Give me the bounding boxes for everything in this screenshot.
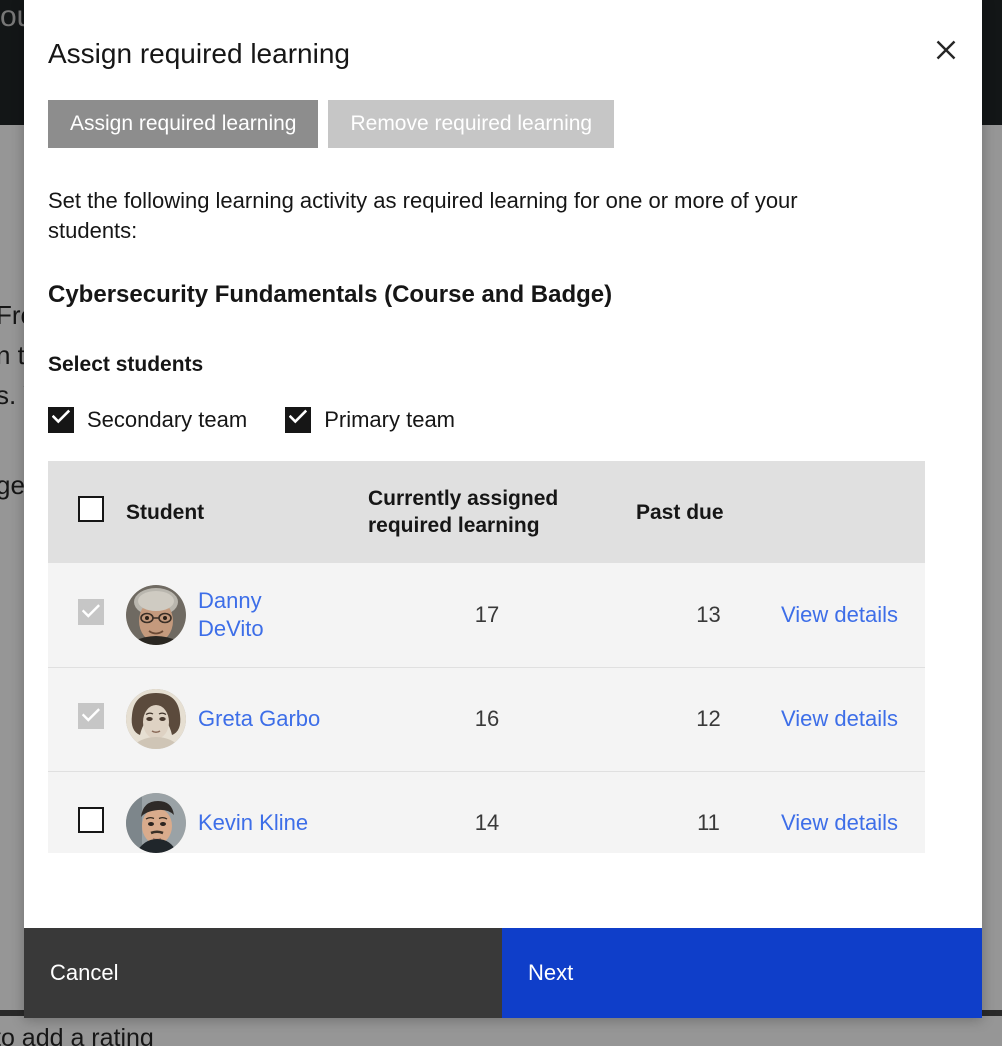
close-icon: [933, 37, 959, 63]
student-name-link[interactable]: Danny DeVito: [198, 587, 308, 643]
checkbox-row-danny-devito[interactable]: [78, 598, 104, 625]
row-action-cell: View details: [781, 666, 925, 771]
avatar-greta-garbo: [126, 689, 186, 749]
row-action-cell: View details: [781, 563, 925, 667]
screen-root: ourse and Badge) Fro n t s. Y ge to add …: [0, 0, 1002, 1046]
team-filter-primary[interactable]: Primary team: [285, 407, 455, 433]
view-details-link[interactable]: View details: [781, 810, 898, 835]
past-due-value: 12: [636, 666, 781, 771]
view-details-link[interactable]: View details: [781, 602, 898, 627]
table-row: Greta Garbo 16 12 View details: [48, 666, 925, 771]
students-table-body: Danny DeVito 17 13 View details Greta Ga…: [48, 563, 925, 853]
students-table-header: Student Currently assigned required lear…: [48, 461, 925, 563]
background-text-line-5: to add a rating: [0, 1024, 154, 1046]
background-text-line-2: n t: [0, 340, 25, 370]
checkbox-row-kevin-kline[interactable]: [78, 807, 104, 834]
checkbox-secondary-team[interactable]: [48, 407, 74, 433]
modal-footer: Cancel Next: [24, 928, 982, 1018]
currently-assigned-value: 14: [368, 770, 636, 853]
student-cell: Greta Garbo: [126, 666, 368, 771]
table-row: Danny DeVito 17 13 View details: [48, 563, 925, 667]
assign-required-learning-modal: Assign required learning Assign required…: [24, 0, 982, 1018]
checkmark-icon: [81, 598, 100, 624]
cancel-button[interactable]: Cancel: [24, 928, 502, 1018]
checkbox-select-all[interactable]: [78, 495, 104, 522]
past-due-value: 11: [636, 770, 781, 853]
row-select-cell: [48, 770, 126, 853]
intro-text: Set the following learning activity as r…: [48, 188, 798, 243]
team-filter-secondary-label: Secondary team: [87, 407, 248, 432]
past-due-value: 13: [636, 563, 781, 667]
student-cell: Danny DeVito: [126, 563, 368, 667]
select-all-cell: [48, 461, 126, 563]
background-text-line-4: ge: [0, 470, 25, 500]
student-name-link[interactable]: Kevin Kline: [198, 809, 308, 837]
row-select-cell: [48, 563, 126, 667]
checkmark-icon: [288, 410, 308, 429]
checkmark-icon: [81, 702, 100, 728]
column-header-student: Student: [126, 461, 368, 563]
team-filter-row: Secondary team Primary team: [48, 407, 958, 433]
avatar-danny-devito: [126, 584, 186, 645]
team-filter-primary-label: Primary team: [324, 407, 455, 432]
students-table-scroll-area[interactable]: Student Currently assigned required lear…: [48, 461, 925, 853]
student-name-link[interactable]: Greta Garbo: [198, 705, 320, 733]
checkmark-icon: [51, 410, 71, 429]
checkbox-primary-team[interactable]: [285, 407, 312, 433]
mode-tabs: Assign required learning Remove required…: [24, 72, 982, 148]
row-action-cell: View details: [781, 770, 925, 853]
modal-body: Set the following learning activity as r…: [24, 148, 982, 928]
row-select-cell: [48, 666, 126, 771]
next-button[interactable]: Next: [502, 928, 982, 1018]
column-header-line-2: required learning: [368, 514, 540, 537]
currently-assigned-value: 17: [368, 563, 636, 667]
page-title: Assign required learning: [48, 38, 350, 69]
currently-assigned-value: 16: [368, 666, 636, 771]
column-header-line-1: Currently assigned: [368, 487, 559, 510]
modal-header: Assign required learning: [24, 0, 982, 72]
table-header-row: Student Currently assigned required lear…: [48, 461, 925, 563]
student-cell: Kevin Kline: [126, 770, 368, 853]
activity-name: Cybersecurity Fundamentals (Course and B…: [48, 281, 613, 308]
tab-remove-required-learning[interactable]: Remove required learning: [328, 100, 615, 148]
checkbox-row-greta-garbo[interactable]: [78, 703, 104, 729]
close-button[interactable]: [922, 26, 970, 74]
column-header-currently-assigned: Currently assigned required learning: [368, 461, 636, 563]
avatar-kevin-kline: [126, 793, 186, 853]
team-filter-secondary[interactable]: Secondary team: [48, 407, 247, 433]
tab-assign-required-learning[interactable]: Assign required learning: [48, 100, 319, 148]
table-row: Kevin Kline 14 11 View details: [48, 770, 925, 853]
students-table: Student Currently assigned required lear…: [48, 461, 925, 853]
column-header-actions: [781, 461, 925, 563]
view-details-link[interactable]: View details: [781, 706, 898, 731]
column-header-past-due: Past due: [636, 461, 781, 563]
select-students-heading: Select students: [48, 353, 204, 376]
